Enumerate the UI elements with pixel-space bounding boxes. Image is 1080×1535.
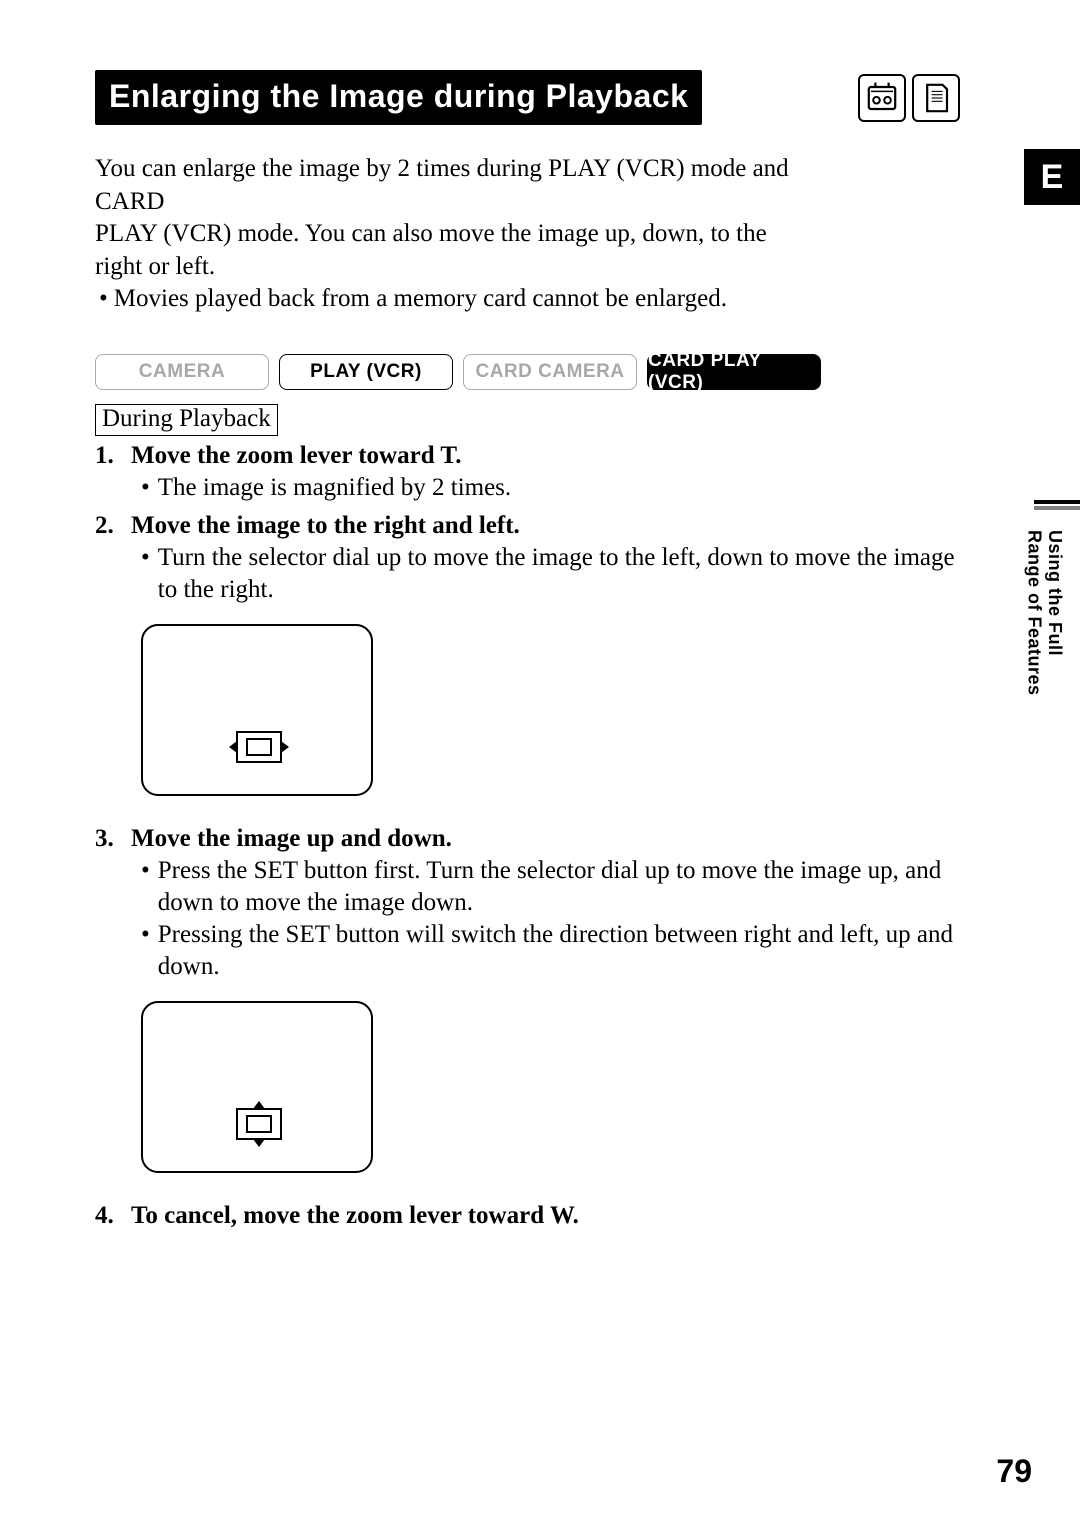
step-1-bullet-1: The image is magnified by 2 times. [141,472,960,504]
title-icons [858,74,960,122]
language-tab: E [1024,149,1080,205]
memory-card-icon [912,74,960,122]
page-number: 79 [996,1453,1032,1490]
step-4-title: To cancel, move the zoom lever toward W. [131,1200,579,1232]
intro-paragraph: You can enlarge the image by 2 times dur… [95,153,815,316]
mode-play-vcr: PLAY (VCR) [279,354,453,390]
step-3: Move the image up and down. Press the SE… [95,823,960,1182]
diagram-up-down [141,1001,960,1182]
step-1-title: Move the zoom lever toward T. [131,440,461,472]
step-3-title: Move the image up and down. [131,823,452,855]
intro-line-2: PLAY (VCR) mode. You can also move the i… [95,218,815,283]
step-4: To cancel, move the zoom lever toward W. [95,1200,960,1232]
mode-card-play-vcr: CARD PLAY (VCR) [647,354,821,390]
mode-row: CAMERA PLAY (VCR) CARD CAMERA CARD PLAY … [95,354,960,390]
during-playback-box: During Playback [95,404,278,436]
step-2-bullet-1: Turn the selector dial up to move the im… [141,542,960,606]
rail-accent-lines [1022,500,1080,514]
step-2-title: Move the image to the right and left. [131,510,520,542]
mode-camera: CAMERA [95,354,269,390]
tape-icon [858,74,906,122]
intro-bullet: • Movies played back from a memory card … [95,283,815,316]
title-bar: Enlarging the Image during Playback [95,70,960,125]
step-3-bullet-2: Pressing the SET button will switch the … [141,919,960,983]
section-indicator: Using the Full Range of Features [1024,530,1065,696]
mode-card-camera: CARD CAMERA [463,354,637,390]
step-2: Move the image to the right and left. Tu… [95,510,960,805]
diagram-left-right [141,624,960,805]
step-1: Move the zoom lever toward T. The image … [95,440,960,504]
intro-line-1: You can enlarge the image by 2 times dur… [95,153,815,218]
page-title: Enlarging the Image during Playback [95,70,702,125]
step-3-bullet-1: Press the SET button first. Turn the sel… [141,855,960,919]
steps-list: Move the zoom lever toward T. The image … [95,440,960,1232]
